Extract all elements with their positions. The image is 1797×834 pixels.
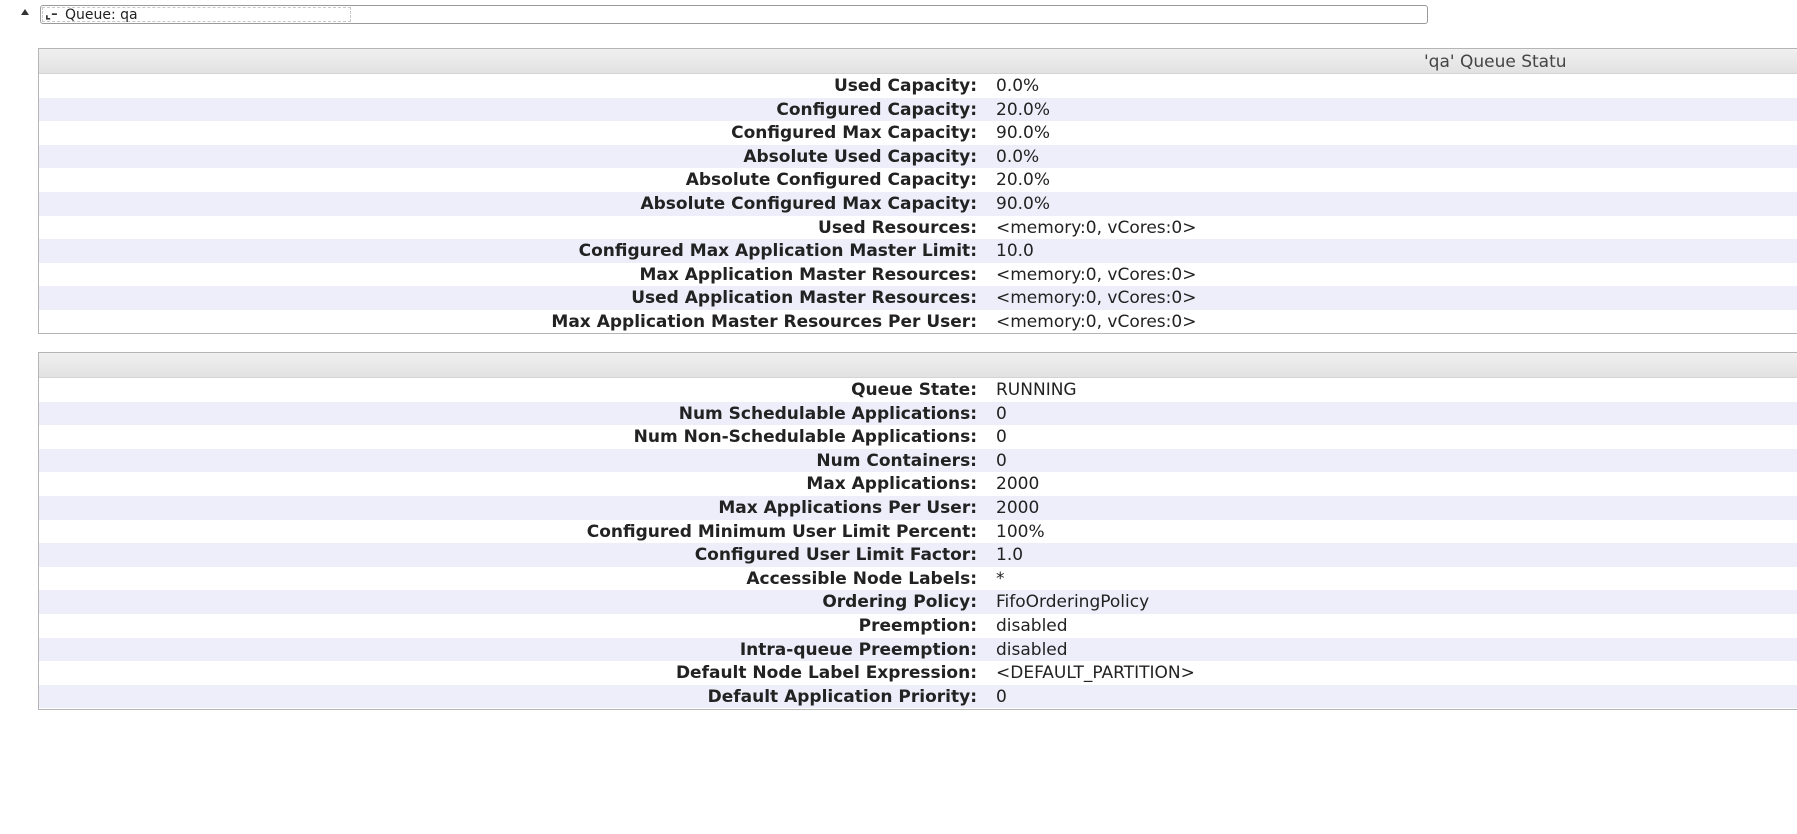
info-row-value: 1.0 — [996, 545, 1024, 566]
info-row: Absolute Configured Capacity: 20.0% — [39, 168, 1797, 192]
queue-status-caption-text: 'qa' Queue Statu — [1424, 52, 1567, 72]
info-row: Max Applications: 2000 — [39, 472, 1797, 496]
info-row-label: Max Application Master Resources Per Use… — [551, 311, 977, 332]
info-row-value: 20.0% — [996, 170, 1051, 191]
info-row: Configured Max Application Master Limit:… — [39, 239, 1797, 263]
info-row-value: 0.0% — [996, 146, 1040, 167]
info-row-value: 0 — [996, 686, 1007, 707]
info-row-label: Configured Minimum User Limit Percent: — [586, 521, 977, 542]
info-row: Absolute Configured Max Capacity: 90.0% — [39, 191, 1797, 216]
info-row: Num Containers: 0 — [39, 448, 1797, 473]
info-row-value: 0 — [996, 403, 1007, 424]
info-row-value: 0 — [996, 427, 1007, 448]
info-row-label: Configured Capacity: — [776, 99, 977, 120]
info-row-label: Num Non-Schedulable Applications: — [633, 427, 977, 448]
minus-icon: ⌞– — [45, 7, 58, 22]
info-row: Ordering Policy: FifoOrderingPolicy — [39, 590, 1797, 614]
info-row-value: 2000 — [996, 497, 1040, 518]
info-row: Intra-queue Preemption: disabled — [39, 637, 1797, 662]
info-row-label: Default Node Label Expression: — [675, 663, 977, 684]
info-row-label: Max Applications Per User: — [718, 497, 977, 518]
info-row-label: Max Applications: — [806, 474, 977, 495]
info-row: Configured Minimum User Limit Percent: 10… — [39, 520, 1797, 544]
info-row-label: Intra-queue Preemption: — [739, 639, 977, 660]
info-row-label: Max Application Master Resources: — [639, 264, 977, 285]
collapse-toggle-icon[interactable] — [21, 9, 29, 15]
info-row: Preemption: disabled — [39, 614, 1797, 638]
info-row: Accessible Node Labels: * — [39, 567, 1797, 591]
info-row-label: Absolute Configured Max Capacity: — [640, 193, 977, 214]
info-row: Max Application Master Resources Per Use… — [39, 310, 1797, 334]
info-row-label: Configured Max Capacity: — [731, 123, 977, 144]
info-row-value: <DEFAULT_PARTITION> — [996, 663, 1195, 684]
queue-details-rows: Queue State: RUNNING Num Schedulable Appli… — [39, 378, 1797, 709]
info-row-label: Used Resources: — [818, 217, 977, 238]
info-row-value: 90.0% — [996, 123, 1051, 144]
info-row-label: Configured Max Application Master Limit: — [578, 241, 977, 262]
info-row-value: <memory:0, vCores:0> — [996, 288, 1197, 309]
info-row: Default Application Priority: 0 — [39, 684, 1797, 709]
info-row-value: RUNNING — [996, 380, 1077, 400]
info-row: Configured Capacity: 20.0% — [39, 97, 1797, 122]
info-row: Max Application Master Resources: <memory… — [39, 263, 1797, 287]
info-row-value: * — [996, 568, 1005, 589]
info-row-value: 0 — [996, 450, 1007, 471]
info-row-label: Absolute Configured Capacity: — [685, 170, 977, 191]
queue-status-rows: Used Capacity: 0.0% Configured Capacity: 20… — [39, 74, 1797, 334]
info-row-label: Configured User Limit Factor: — [694, 545, 977, 566]
info-row-label: Absolute Used Capacity: — [743, 146, 977, 167]
info-row-value: 90.0% — [996, 193, 1051, 214]
info-row-value: 2000 — [996, 474, 1040, 495]
info-row-value: disabled — [996, 615, 1068, 636]
info-row-value: <memory:0, vCores:0> — [996, 311, 1197, 332]
queue-header-label: Queue: qa — [65, 7, 138, 23]
info-row-label: Num Schedulable Applications: — [678, 403, 977, 424]
info-row-label: Ordering Policy: — [822, 592, 977, 613]
info-row: Num Non-Schedulable Applications: 0 — [39, 425, 1797, 449]
info-row-value: <memory:0, vCores:0> — [996, 217, 1197, 238]
info-row-label: Accessible Node Labels: — [746, 568, 977, 589]
info-row-label: Used Capacity: — [833, 76, 977, 96]
queue-page: ⌞– Queue: qa 'qa' Queue Statu Used Capac… — [0, 0, 1797, 834]
info-row-label: Used Application Master Resources: — [631, 288, 977, 309]
info-row: Used Capacity: 0.0% — [39, 74, 1797, 98]
info-row: Absolute Used Capacity: 0.0% — [39, 144, 1797, 169]
info-row-label: Num Containers: — [816, 450, 977, 471]
info-row: Used Application Master Resources: <memor… — [39, 286, 1797, 310]
info-row-value: 20.0% — [996, 99, 1051, 120]
info-row: Default Node Label Expression: <DEFAULT_P… — [39, 661, 1797, 685]
info-row: Max Applications Per User: 2000 — [39, 495, 1797, 520]
info-row: Queue State: RUNNING — [39, 378, 1797, 402]
queue-details-caption — [39, 353, 1797, 378]
info-row: Configured User Limit Factor: 1.0 — [39, 543, 1797, 567]
info-row: Configured Max Capacity: 90.0% — [39, 121, 1797, 145]
info-row-label: Queue State: — [851, 380, 977, 400]
info-row-value: FifoOrderingPolicy — [996, 592, 1150, 613]
info-row-value: 10.0 — [996, 241, 1034, 262]
info-row-label: Default Application Priority: — [707, 686, 977, 707]
info-row-value: <memory:0, vCores:0> — [996, 264, 1197, 285]
queue-details-table: Queue State: RUNNING Num Schedulable Appli… — [38, 352, 1797, 710]
queue-status-caption: 'qa' Queue Statu — [39, 49, 1797, 74]
queue-header[interactable]: ⌞– Queue: qa — [40, 5, 1428, 24]
info-row-value: 0.0% — [996, 76, 1040, 96]
info-row: Used Resources: <memory:0, vCores:0> — [39, 216, 1797, 240]
info-row: Num Schedulable Applications: 0 — [39, 401, 1797, 426]
info-row-label: Preemption: — [858, 615, 977, 636]
queue-status-table: 'qa' Queue Statu Used Capacity: 0.0% Confi… — [38, 48, 1797, 334]
info-row-value: 100% — [996, 521, 1045, 542]
info-row-value: disabled — [996, 639, 1068, 660]
